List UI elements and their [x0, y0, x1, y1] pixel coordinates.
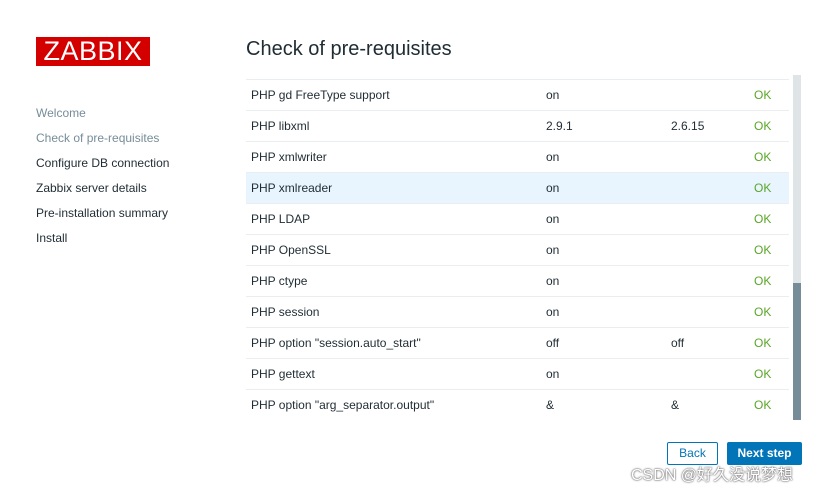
requirement-name: PHP option "session.auto_start" [251, 336, 421, 350]
nav-step-configure-db-connection: Configure DB connection [36, 156, 170, 170]
nav-step-welcome: Welcome [36, 106, 86, 120]
table-row: PHP gettext on OK [246, 358, 789, 389]
result-status: OK [754, 150, 772, 164]
nav-step-check-of-pre-requisites: Check of pre-requisites [36, 131, 160, 145]
setup-steps-nav: Welcome Check of pre-requisites Configure … [36, 103, 169, 253]
table-row: PHP xmlwriter on OK [246, 141, 789, 172]
result-status: OK [754, 243, 772, 257]
zabbix-logo: ZABBIX [36, 37, 150, 66]
nav-step-zabbix-server-details: Zabbix server details [36, 181, 147, 195]
requirement-name: PHP xmlwriter [251, 150, 327, 164]
requirement-name: PHP LDAP [251, 212, 311, 226]
requirement-name: PHP ctype [251, 274, 308, 288]
table-row: PHP gd FreeType support on OK [246, 79, 789, 110]
current-value: on [546, 181, 560, 195]
current-value: on [546, 274, 560, 288]
result-status: OK [754, 212, 772, 226]
current-value: on [546, 150, 560, 164]
watermark: CSDN @好久没说梦想 [631, 467, 794, 484]
result-status: OK [754, 336, 772, 350]
table-row: PHP ctype on OK [246, 265, 789, 296]
current-value: on [546, 88, 560, 102]
table-row: PHP option "session.auto_start" off off OK [246, 327, 789, 358]
table-row: PHP LDAP on OK [246, 203, 789, 234]
required-value: 2.6.15 [671, 119, 705, 133]
requirement-name: PHP gettext [251, 367, 315, 381]
table-row: PHP session on OK [246, 296, 789, 327]
result-status: OK [754, 367, 772, 381]
requirement-name: PHP gd FreeType support [251, 88, 390, 102]
requirement-name: PHP libxml [251, 119, 310, 133]
table-scrollbar[interactable] [793, 75, 801, 420]
result-status: OK [754, 305, 772, 319]
current-value: on [546, 243, 560, 257]
nav-step-install: Install [36, 231, 68, 245]
required-value: off [671, 336, 685, 350]
current-value: & [546, 398, 555, 412]
table-row: PHP libxml 2.9.1 2.6.15 OK [246, 110, 789, 141]
requirement-name: PHP OpenSSL [251, 243, 331, 257]
current-value: 2.9.1 [546, 119, 573, 133]
result-status: OK [754, 88, 772, 102]
result-status: OK [754, 398, 772, 412]
scrollbar-thumb[interactable] [793, 283, 801, 420]
table-row: PHP OpenSSL on OK [246, 234, 789, 265]
result-status: OK [754, 274, 772, 288]
table-row: PHP xmlreader on OK [246, 172, 789, 203]
current-value: on [546, 212, 560, 226]
current-value: on [546, 305, 560, 319]
current-value: on [546, 367, 560, 381]
page-title: Check of pre-requisites [246, 38, 452, 60]
result-status: OK [754, 119, 772, 133]
required-value: & [671, 398, 680, 412]
requirement-name: PHP option "arg_separator.output" [251, 398, 435, 412]
nav-step-pre-installation-summary: Pre-installation summary [36, 206, 169, 220]
requirement-name: PHP session [251, 305, 320, 319]
requirement-name: PHP xmlreader [251, 181, 333, 195]
result-status: OK [754, 181, 772, 195]
current-value: off [546, 336, 560, 350]
prerequisites-table: PHP gd FreeType support on OK PHP libxml 2.9… [246, 79, 789, 420]
table-row: PHP option "arg_separator.output" & & OK [246, 389, 789, 420]
